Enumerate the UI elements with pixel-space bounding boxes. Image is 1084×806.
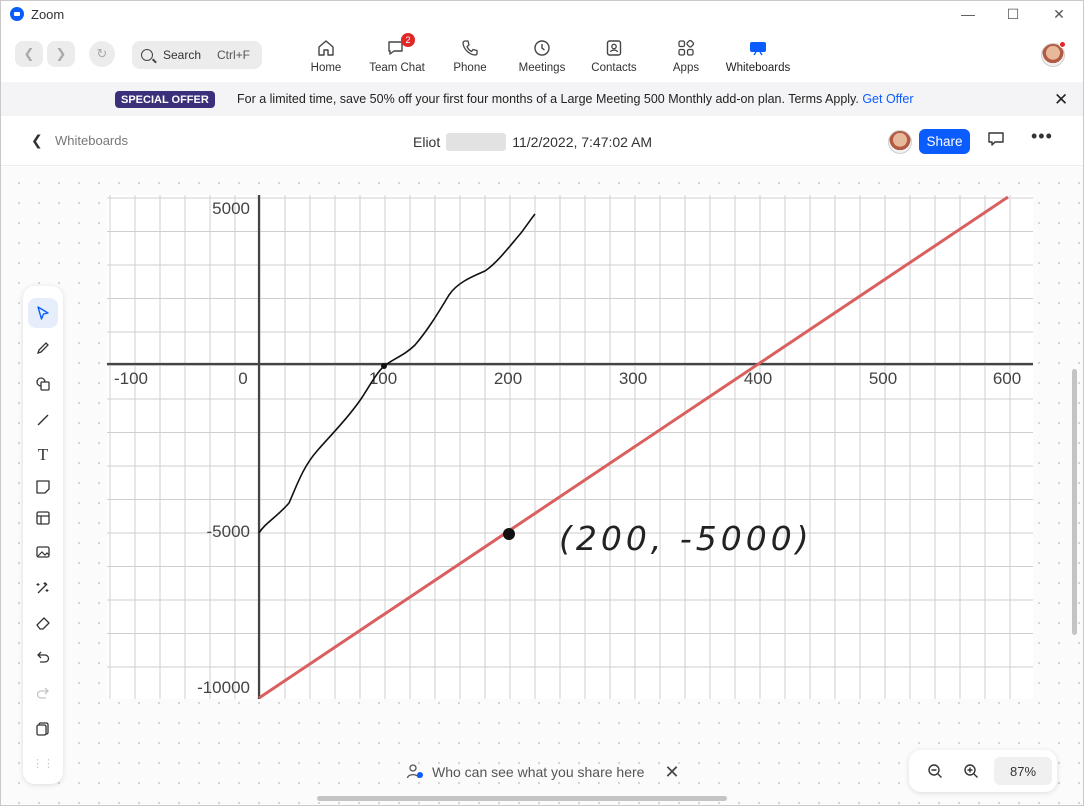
comment-icon[interactable] bbox=[987, 130, 1005, 153]
horizontal-scrollbar[interactable] bbox=[317, 796, 727, 801]
zoom-level[interactable]: 87% bbox=[994, 757, 1052, 785]
ai-tools-icon[interactable] bbox=[28, 573, 58, 603]
offer-tag: SPECIAL OFFER bbox=[115, 91, 215, 108]
title-bar: Zoom — ☐ ✕ bbox=[1, 1, 1083, 27]
undo-icon[interactable] bbox=[28, 642, 58, 672]
whiteboard-title: Eliot 11/2/2022, 7:47:02 AM bbox=[413, 133, 652, 151]
zoom-window: Zoom — ☐ ✕ ❮ ❯ ↻ Search Ctrl+F Home 2 Te… bbox=[0, 0, 1084, 806]
y-tick-label: -5000 bbox=[207, 522, 250, 541]
offer-banner: SPECIAL OFFER For a limited time, save 5… bbox=[1, 82, 1083, 116]
back-to-whiteboards[interactable]: Whiteboards bbox=[55, 133, 128, 148]
close-window-icon[interactable]: ✕ bbox=[1049, 5, 1069, 23]
eraser-icon[interactable] bbox=[28, 608, 58, 638]
unread-badge: 2 bbox=[401, 33, 415, 47]
back-nav-button[interactable]: ❮ bbox=[15, 41, 43, 67]
x-tick-label: 200 bbox=[494, 369, 522, 388]
whiteboard-icon bbox=[747, 37, 769, 59]
search-icon bbox=[141, 49, 153, 61]
graph-background bbox=[107, 195, 1033, 699]
maximize-icon[interactable]: ☐ bbox=[1003, 5, 1023, 23]
graph-image: -100 0 100 200 300 400 500 600 5000-5000-10000 … bbox=[107, 195, 1033, 700]
minimize-icon[interactable]: — bbox=[958, 5, 978, 23]
redo-icon[interactable] bbox=[28, 678, 58, 708]
drag-handle-icon[interactable]: ⋮⋮ bbox=[28, 748, 58, 778]
close-offer-icon[interactable]: ✕ bbox=[1054, 90, 1068, 110]
tab-team-chat[interactable]: 2 Team Chat bbox=[367, 33, 427, 79]
tab-phone[interactable]: Phone bbox=[450, 37, 490, 79]
tab-home[interactable]: Home bbox=[308, 37, 344, 79]
select-tool-icon[interactable] bbox=[28, 298, 58, 328]
line-tool-icon[interactable] bbox=[28, 405, 58, 435]
tab-label: Apps bbox=[672, 62, 700, 74]
tab-contacts[interactable]: Contacts bbox=[590, 37, 638, 79]
main-toolbar: ❮ ❯ ↻ Search Ctrl+F Home 2 Team Chat Pho… bbox=[1, 27, 1083, 82]
x-tick-label: 100 bbox=[369, 369, 397, 388]
share-button[interactable]: Share bbox=[919, 129, 970, 154]
image-icon[interactable] bbox=[28, 537, 58, 567]
home-icon bbox=[315, 37, 337, 59]
tab-label: Meetings bbox=[518, 62, 566, 74]
forward-nav-button[interactable]: ❯ bbox=[47, 41, 75, 67]
zoom-logo-icon bbox=[10, 7, 24, 21]
x-tick-label: 0 bbox=[238, 369, 247, 388]
timestamp: 11/2/2022, 7:47:02 AM bbox=[512, 134, 653, 150]
more-options-icon[interactable]: ••• bbox=[1031, 126, 1053, 147]
tab-whiteboards[interactable]: Whiteboards bbox=[723, 37, 793, 79]
offer-message: For a limited time, save 50% off your fi… bbox=[237, 92, 859, 106]
app-title: Zoom bbox=[31, 6, 65, 22]
y-tick-label: -10000 bbox=[197, 678, 250, 697]
tab-label: Team Chat bbox=[369, 62, 425, 74]
tab-meetings[interactable]: Meetings bbox=[516, 37, 568, 79]
clock-icon bbox=[531, 37, 553, 59]
tab-label: Home bbox=[310, 62, 342, 74]
redacted-name bbox=[446, 133, 507, 151]
people-info-icon bbox=[406, 764, 423, 779]
whiteboard-canvas[interactable]: -100 0 100 200 300 400 500 600 5000 -5000 -10000 … bbox=[1, 167, 1083, 805]
whiteboard-header: ❮ Whiteboards Eliot 11/2/2022, 7:47:02 A… bbox=[1, 116, 1083, 166]
tab-apps[interactable]: Apps bbox=[669, 37, 703, 79]
pages-icon[interactable] bbox=[28, 714, 58, 744]
shapes-tool-icon[interactable] bbox=[28, 369, 58, 399]
zoom-control: 87% bbox=[909, 750, 1057, 792]
share-visibility-notice: Who can see what you share here ✕ bbox=[405, 761, 680, 783]
get-offer-link[interactable]: Get Offer bbox=[862, 92, 913, 106]
tab-label: Contacts bbox=[591, 62, 637, 74]
x-tick-label: 500 bbox=[869, 369, 897, 388]
phone-icon bbox=[459, 37, 481, 59]
apps-icon bbox=[675, 37, 697, 59]
contacts-icon bbox=[603, 37, 625, 59]
status-dot-icon bbox=[1059, 41, 1066, 48]
collaborator-avatar[interactable] bbox=[888, 130, 912, 154]
zoom-in-icon[interactable] bbox=[961, 761, 981, 781]
notice-text: Who can see what you share here bbox=[432, 764, 645, 780]
chat-icon: 2 bbox=[386, 33, 415, 59]
tool-rail: T ⋮⋮ bbox=[23, 286, 63, 784]
x-tick-label: -100 bbox=[114, 369, 148, 388]
search-shortcut: Ctrl+F bbox=[217, 48, 250, 62]
annotated-point bbox=[503, 528, 515, 540]
vertical-scrollbar[interactable] bbox=[1072, 369, 1077, 635]
x-tick-label: 600 bbox=[993, 369, 1021, 388]
close-notice-icon[interactable]: ✕ bbox=[664, 762, 679, 783]
search-bar[interactable]: Search Ctrl+F bbox=[132, 41, 262, 69]
template-icon[interactable] bbox=[28, 503, 58, 533]
tab-label: Whiteboards bbox=[725, 62, 791, 74]
x-tick-label: 300 bbox=[619, 369, 647, 388]
point-annotation: (200, -5000) bbox=[559, 519, 813, 558]
y-tick-label: 5000 bbox=[212, 199, 250, 218]
tab-label: Phone bbox=[453, 62, 487, 74]
curve-point bbox=[381, 363, 387, 369]
chevron-left-icon[interactable]: ❮ bbox=[31, 132, 43, 149]
pen-tool-icon[interactable] bbox=[28, 333, 58, 363]
search-label: Search bbox=[163, 48, 202, 62]
history-icon[interactable]: ↻ bbox=[89, 41, 115, 67]
offer-text: For a limited time, save 50% off your fi… bbox=[237, 92, 914, 106]
text-tool-icon[interactable]: T bbox=[28, 440, 58, 470]
owner-name: Eliot bbox=[413, 134, 441, 150]
sticky-note-icon[interactable] bbox=[28, 472, 58, 502]
zoom-out-icon[interactable] bbox=[925, 761, 945, 781]
